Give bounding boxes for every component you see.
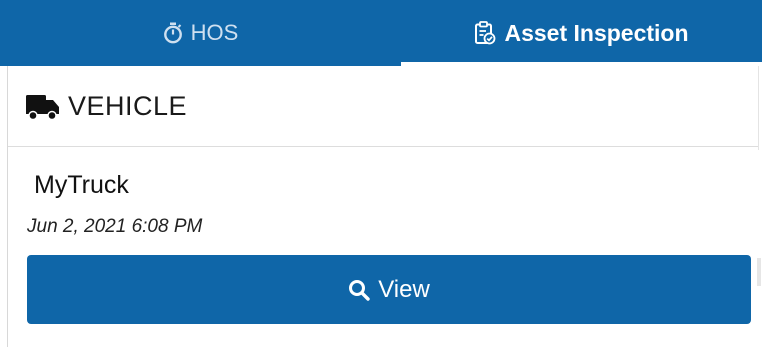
- view-button[interactable]: View: [27, 255, 751, 324]
- asset-name: MyTruck: [34, 171, 129, 199]
- tab-bar: HOS Asset Inspection: [0, 0, 762, 66]
- inspection-date: Jun 2, 2021 6:08 PM: [27, 216, 203, 237]
- app-window: HOS Asset Inspection VEHICLE MyTruck Jun…: [0, 0, 762, 347]
- tab-hos[interactable]: HOS: [0, 0, 401, 66]
- clipboard-check-icon: [474, 21, 496, 45]
- panel-right-border: [758, 66, 759, 150]
- stopwatch-icon: [163, 22, 183, 44]
- vehicle-section-header: VEHICLE: [8, 66, 758, 147]
- view-button-label: View: [378, 275, 430, 303]
- tab-asset-inspection[interactable]: Asset Inspection: [401, 0, 762, 66]
- scrollbar-handle[interactable]: [757, 258, 761, 286]
- search-icon: [348, 279, 370, 301]
- truck-icon: [26, 91, 60, 121]
- tab-asset-inspection-label: Asset Inspection: [504, 19, 689, 46]
- section-title: VEHICLE: [68, 90, 188, 121]
- tab-hos-label: HOS: [190, 20, 239, 45]
